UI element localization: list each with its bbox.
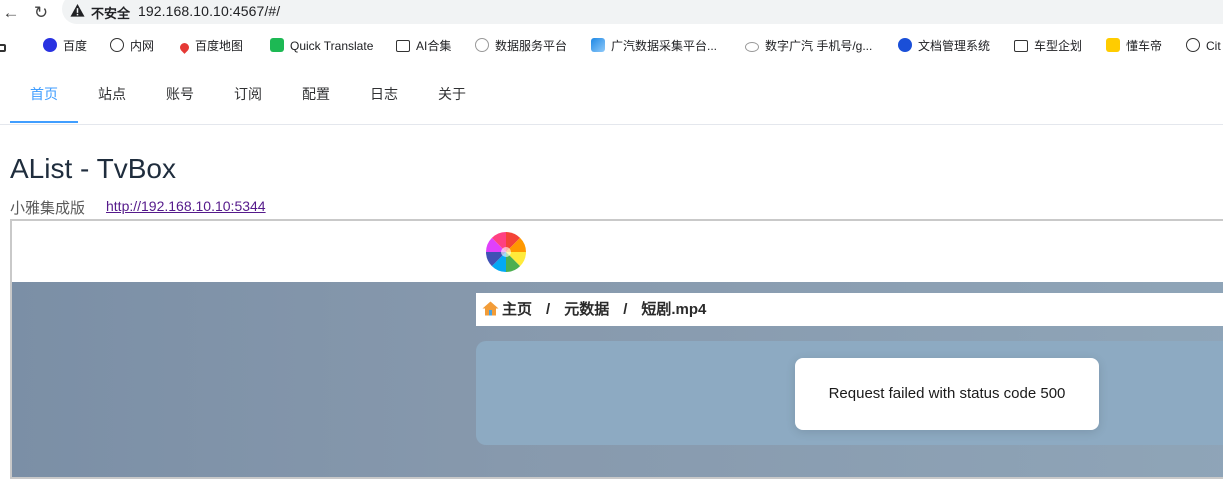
- doc-system-icon: [898, 38, 912, 52]
- layers-icon: [591, 38, 605, 52]
- tab-sites[interactable]: 站点: [88, 74, 136, 124]
- baidu-paw-icon: [43, 38, 57, 52]
- bookmark-label: 数字广汽 手机号/g...: [765, 39, 873, 53]
- tab-subscriptions[interactable]: 订阅: [224, 74, 272, 124]
- spiral-icon: [1186, 38, 1200, 52]
- browser-toolbar: ← ↻ 不安全 192.168.10.10:4567/#/: [0, 0, 1223, 26]
- main-tabs: 首页 站点 账号 订阅 配置 日志 关于: [0, 74, 1223, 125]
- bookmark-label: 懂车帝: [1126, 39, 1163, 53]
- page-subtitle: 小雅集成版: [10, 200, 86, 217]
- tab-config[interactable]: 配置: [292, 74, 340, 124]
- bookmark-label: 文档管理系统: [918, 39, 991, 53]
- bookmarks-menu-icon[interactable]: [0, 37, 12, 55]
- bookmark-label: 百度地图: [195, 39, 244, 53]
- bookmark-label: 内网: [130, 39, 155, 53]
- bookmark-cit[interactable]: Cit: [1186, 37, 1221, 55]
- tab-accounts[interactable]: 账号: [156, 74, 204, 124]
- bookmark-doc-system[interactable]: 文档管理系统: [898, 37, 990, 55]
- error-toast: Request failed with status code 500: [795, 358, 1099, 430]
- tab-about[interactable]: 关于: [428, 74, 476, 124]
- page-title: AList - TvBox: [10, 153, 176, 184]
- tab-home[interactable]: 首页: [10, 74, 78, 124]
- bookmark-label: Quick Translate: [290, 39, 374, 53]
- bookmark-intranet[interactable]: 内网: [110, 37, 154, 55]
- breadcrumb: 主页 / 元数据 / 短剧.mp4: [476, 293, 1223, 326]
- cloud-icon: [745, 42, 759, 52]
- breadcrumb-separator: /: [623, 301, 628, 318]
- bookmark-label: 数据服务平台: [495, 39, 568, 53]
- translate-icon: [270, 38, 284, 52]
- alist-logo-icon: [486, 232, 526, 272]
- bookmark-dongchedi[interactable]: 懂车帝: [1106, 37, 1162, 55]
- active-tab-indicator: [10, 121, 78, 123]
- not-secure-label[interactable]: 不安全: [91, 3, 130, 22]
- dongchedi-icon: [1106, 38, 1120, 52]
- bookmark-label: AI合集: [416, 39, 452, 53]
- bookmark-data-service[interactable]: 数据服务平台: [475, 37, 567, 55]
- url-text[interactable]: 192.168.10.10:4567/#/: [138, 3, 280, 19]
- home-icon: [482, 301, 499, 316]
- breadcrumb-file[interactable]: 短剧.mp4: [641, 301, 706, 318]
- gear-icon: [475, 38, 489, 52]
- bookmark-vehicle-planning[interactable]: 车型企划: [1014, 37, 1082, 55]
- bookmark-baidu-map[interactable]: 百度地图: [178, 37, 243, 55]
- breadcrumb-home[interactable]: 主页: [502, 301, 532, 318]
- embedded-alist-frame: 主页 / 元数据 / 短剧.mp4 Request failed with status…: [10, 219, 1223, 479]
- bookmark-digital-gac[interactable]: 数字广汽 手机号/g...: [745, 37, 872, 55]
- bookmark-data-collection[interactable]: 广汽数据采集平台...: [591, 37, 717, 55]
- bookmark-label: 车型企划: [1034, 39, 1083, 53]
- warning-icon: [70, 3, 85, 17]
- bookmark-label: 百度: [63, 39, 88, 53]
- bookmark-label: 广汽数据采集平台...: [611, 39, 718, 53]
- tab-logs[interactable]: 日志: [360, 74, 408, 124]
- folder-icon: [1014, 40, 1028, 52]
- bookmark-label: Cit: [1206, 39, 1221, 53]
- map-pin-icon: [178, 41, 191, 54]
- breadcrumb-separator: /: [546, 301, 551, 318]
- bookmarks-bar: 百度 内网 百度地图 Quick Translate AI合集 数据服务平台 广…: [0, 34, 1223, 58]
- xiaoya-link[interactable]: http://192.168.10.10:5344: [106, 198, 266, 214]
- breadcrumb-metadata[interactable]: 元数据: [564, 301, 609, 318]
- reload-icon[interactable]: ↻: [30, 2, 52, 24]
- frame-header: [12, 221, 1223, 283]
- bookmark-ai-collection[interactable]: AI合集: [396, 37, 451, 55]
- back-arrow-icon[interactable]: ←: [0, 2, 22, 24]
- bookmark-quick-translate[interactable]: Quick Translate: [270, 37, 373, 55]
- folder-icon: [396, 40, 410, 52]
- globe-icon: [110, 38, 124, 52]
- bookmark-baidu[interactable]: 百度: [43, 37, 87, 55]
